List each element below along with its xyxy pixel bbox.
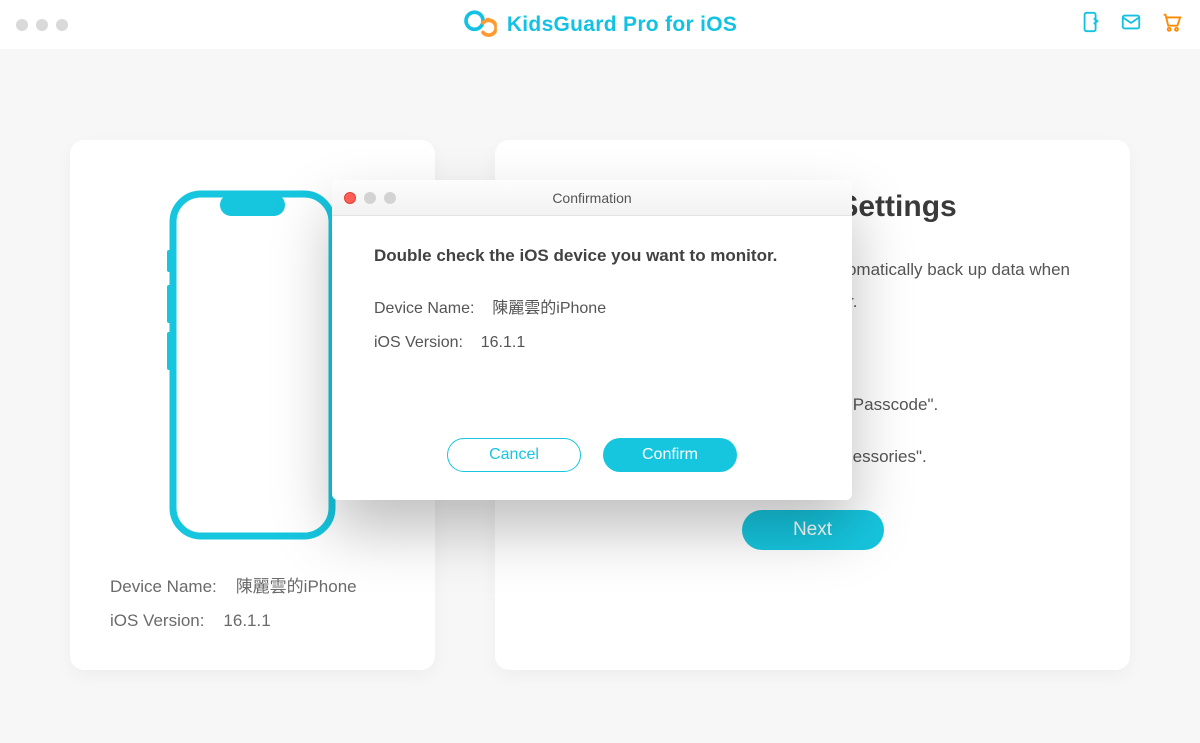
maximize-window-dot[interactable] [56,19,68,31]
header-actions [1080,11,1182,38]
ios-version-value: 16.1.1 [223,611,270,630]
app-title: KidsGuard Pro for iOS [507,13,737,37]
modal-ios-version-row: iOS Version: 16.1.1 [374,334,810,352]
device-name-label: Device Name: [110,577,217,596]
cancel-button[interactable]: Cancel [447,438,581,472]
modal-minimize-dot[interactable] [364,192,376,204]
ios-version-label: iOS Version: [110,611,205,630]
modal-device-name-row: Device Name: 陳麗雲的iPhone [374,294,810,318]
modal-title: Confirmation [332,190,852,206]
modal-ios-version-label: iOS Version: [374,334,463,351]
phone-illustration-icon [165,190,340,540]
ios-version-row: iOS Version: 16.1.1 [110,604,395,638]
confirm-button[interactable]: Confirm [603,438,737,472]
modal-ios-version-value: 16.1.1 [481,334,525,351]
cart-icon[interactable] [1160,11,1182,38]
modal-titlebar: Confirmation [332,180,852,216]
modal-device-name-label: Device Name: [374,300,474,317]
close-window-dot[interactable] [16,19,28,31]
app-brand: KidsGuard Pro for iOS [463,8,737,42]
minimize-window-dot[interactable] [36,19,48,31]
device-info: Device Name: 陳麗雲的iPhone iOS Version: 16.… [110,570,395,638]
modal-window-controls [344,192,396,204]
modal-device-name-value: 陳麗雲的iPhone [492,300,606,317]
modal-close-dot[interactable] [344,192,356,204]
device-icon[interactable] [1080,11,1102,38]
confirmation-modal: Confirmation Double check the iOS device… [332,180,852,500]
modal-heading: Double check the iOS device you want to … [374,246,810,266]
modal-actions: Cancel Confirm [332,438,852,472]
mail-icon[interactable] [1120,11,1142,38]
modal-body: Double check the iOS device you want to … [332,216,852,352]
modal-maximize-dot[interactable] [384,192,396,204]
device-name-value: 陳麗雲的iPhone [236,577,357,596]
next-button[interactable]: Next [742,510,884,550]
window-controls [16,19,68,31]
app-titlebar: KidsGuard Pro for iOS [0,0,1200,50]
device-name-row: Device Name: 陳麗雲的iPhone [110,570,395,604]
app-logo-icon [463,8,497,42]
